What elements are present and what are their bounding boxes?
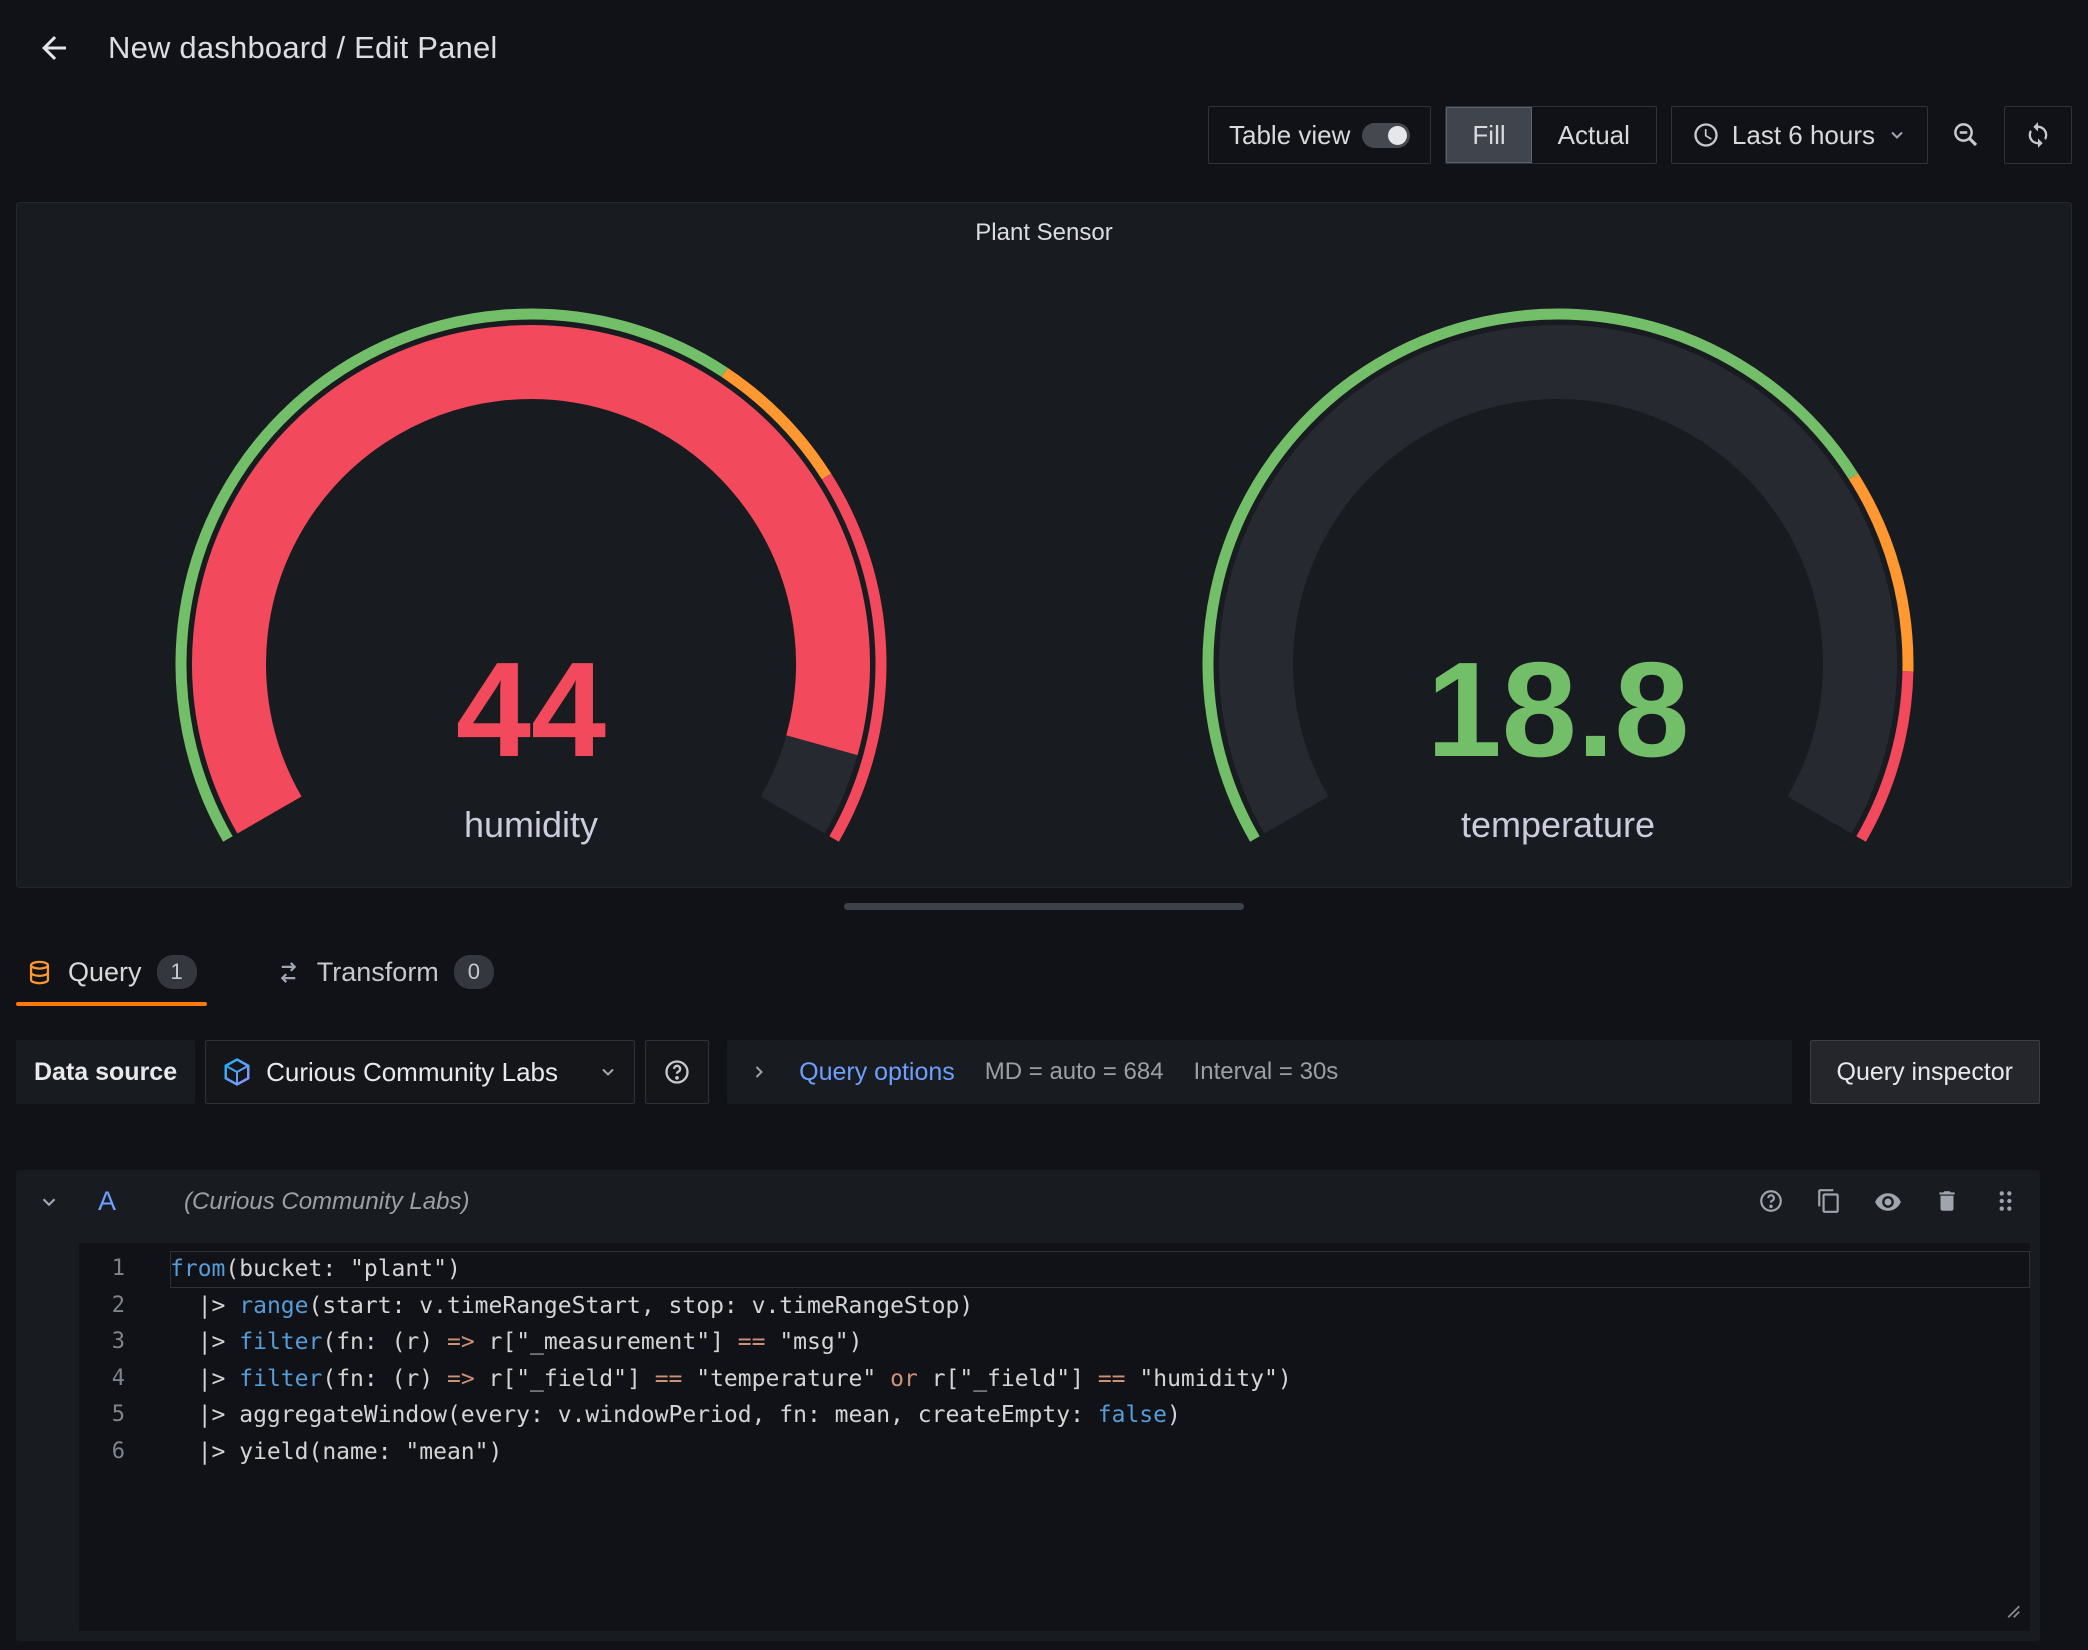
- copy-icon: [1816, 1188, 1842, 1216]
- table-view-label: Table view: [1229, 120, 1350, 151]
- chevron-down-icon: [598, 1062, 618, 1082]
- line-number: 6: [79, 1434, 125, 1471]
- help-circle-icon: [663, 1058, 691, 1086]
- drag-handle[interactable]: [1992, 1188, 2018, 1216]
- code-line[interactable]: |> aggregateWindow(every: v.windowPeriod…: [170, 1397, 2030, 1434]
- eye-icon: [1874, 1188, 1902, 1216]
- code-line[interactable]: from(bucket: "plant"): [170, 1251, 2030, 1288]
- top-bar: New dashboard / Edit Panel: [0, 0, 2088, 70]
- zoom-out-button[interactable]: [1942, 106, 1990, 164]
- query-options-strip: Query options MD = auto = 684 Interval =…: [727, 1040, 1791, 1104]
- panel-preview: Plant Sensor 44 humidity 18.8 temperature: [16, 202, 2072, 888]
- delete-query-button[interactable]: [1934, 1188, 1960, 1216]
- line-number: 1: [79, 1251, 125, 1288]
- panel-toolbar: Table view Fill Actual Last 6 hours: [1208, 106, 2072, 164]
- transform-count-badge: 0: [454, 955, 494, 989]
- page-title: New dashboard / Edit Panel: [108, 30, 498, 66]
- query-help-button[interactable]: [1758, 1188, 1784, 1216]
- query-row-actions: [1758, 1188, 2018, 1216]
- code-line[interactable]: |> filter(fn: (r) => r["_field"] == "tem…: [170, 1361, 2030, 1398]
- code-line[interactable]: |> range(start: v.timeRangeStart, stop: …: [170, 1288, 2030, 1325]
- code-gutter: 123456: [79, 1251, 125, 1631]
- query-ref-id: A: [98, 1186, 116, 1217]
- toggle-switch[interactable]: [1362, 123, 1410, 148]
- table-view-toggle[interactable]: Table view: [1208, 106, 1431, 164]
- gauge-value: 44: [455, 634, 605, 785]
- flux-code-editor[interactable]: 123456 from(bucket: "plant") |> range(st…: [79, 1243, 2030, 1631]
- time-range-label: Last 6 hours: [1732, 120, 1875, 151]
- editor-resize-handle[interactable]: [2000, 1598, 2022, 1625]
- chevron-down-icon: [1887, 125, 1907, 145]
- line-number: 2: [79, 1288, 125, 1325]
- refresh-icon: [2024, 121, 2052, 149]
- tab-transform[interactable]: Transform 0: [265, 938, 504, 1006]
- datasource-picker[interactable]: Curious Community Labs: [205, 1040, 635, 1104]
- tab-query[interactable]: Query 1: [16, 938, 207, 1006]
- gauge-svg: 18.8 temperature: [1168, 269, 1948, 869]
- duplicate-query-button[interactable]: [1816, 1188, 1842, 1216]
- display-mode-group: Fill Actual: [1445, 106, 1656, 164]
- query-datasource-hint: (Curious Community Labs): [184, 1188, 469, 1216]
- query-row-header[interactable]: A (Curious Community Labs): [16, 1170, 2040, 1233]
- tab-transform-label: Transform: [317, 957, 439, 988]
- code-lines: from(bucket: "plant") |> range(start: v.…: [125, 1251, 2030, 1631]
- query-bar: Data source Curious Community Labs: [16, 1040, 2040, 1104]
- panel-title: Plant Sensor: [17, 203, 2071, 247]
- fill-button[interactable]: Fill: [1446, 107, 1531, 163]
- line-number: 4: [79, 1361, 125, 1398]
- code-line[interactable]: |> yield(name: "mean"): [170, 1434, 2030, 1471]
- help-circle-icon: [1758, 1188, 1784, 1216]
- actual-button[interactable]: Actual: [1532, 107, 1656, 163]
- magnifier-minus-icon: [1951, 120, 1981, 150]
- query-count-badge: 1: [157, 955, 197, 989]
- gauge-value: 18.8: [1426, 634, 1689, 785]
- transform-icon: [275, 959, 302, 986]
- gauge-humidity: 44 humidity: [17, 269, 1044, 869]
- database-icon: [26, 959, 53, 986]
- gauge-temperature: 18.8 temperature: [1044, 269, 2071, 869]
- query-editor-card: A (Curious Community Labs): [16, 1170, 2040, 1641]
- editor-tabs: Query 1 Transform 0: [16, 938, 2040, 1006]
- datasource-help-button[interactable]: [645, 1040, 709, 1104]
- gauge-label: humidity: [463, 804, 597, 845]
- line-number: 3: [79, 1324, 125, 1361]
- line-number: 5: [79, 1397, 125, 1434]
- influxdb-logo-icon: [222, 1057, 252, 1087]
- gauges-row: 44 humidity 18.8 temperature: [17, 269, 2071, 869]
- query-inspector-button[interactable]: Query inspector: [1810, 1040, 2040, 1104]
- interval-text: Interval = 30s: [1194, 1058, 1339, 1086]
- clock-icon: [1692, 121, 1720, 149]
- trash-icon: [1934, 1188, 1960, 1216]
- chevron-right-icon[interactable]: [749, 1062, 769, 1082]
- datasource-name: Curious Community Labs: [266, 1057, 584, 1088]
- gauge-label: temperature: [1460, 804, 1654, 845]
- time-range-picker[interactable]: Last 6 hours: [1671, 106, 1928, 164]
- panel-resize-handle[interactable]: [844, 903, 1244, 910]
- datasource-label: Data source: [16, 1040, 195, 1104]
- arrow-left-icon: [36, 30, 72, 66]
- grafana-edit-panel: New dashboard / Edit Panel Table view Fi…: [0, 0, 2088, 1650]
- code-line[interactable]: |> filter(fn: (r) => r["_measurement"] =…: [170, 1324, 2030, 1361]
- back-button[interactable]: [32, 26, 76, 70]
- gauge-svg: 44 humidity: [141, 269, 921, 869]
- tab-query-label: Query: [68, 957, 142, 988]
- collapse-chevron-icon[interactable]: [38, 1191, 60, 1213]
- active-tab-underline: [16, 1002, 207, 1006]
- toggle-knob: [1388, 126, 1407, 145]
- max-datapoints-text: MD = auto = 684: [985, 1058, 1164, 1086]
- refresh-button[interactable]: [2004, 106, 2072, 164]
- drag-handle-icon: [1992, 1188, 2018, 1216]
- query-options-link[interactable]: Query options: [799, 1058, 955, 1087]
- toggle-visibility-button[interactable]: [1874, 1188, 1902, 1216]
